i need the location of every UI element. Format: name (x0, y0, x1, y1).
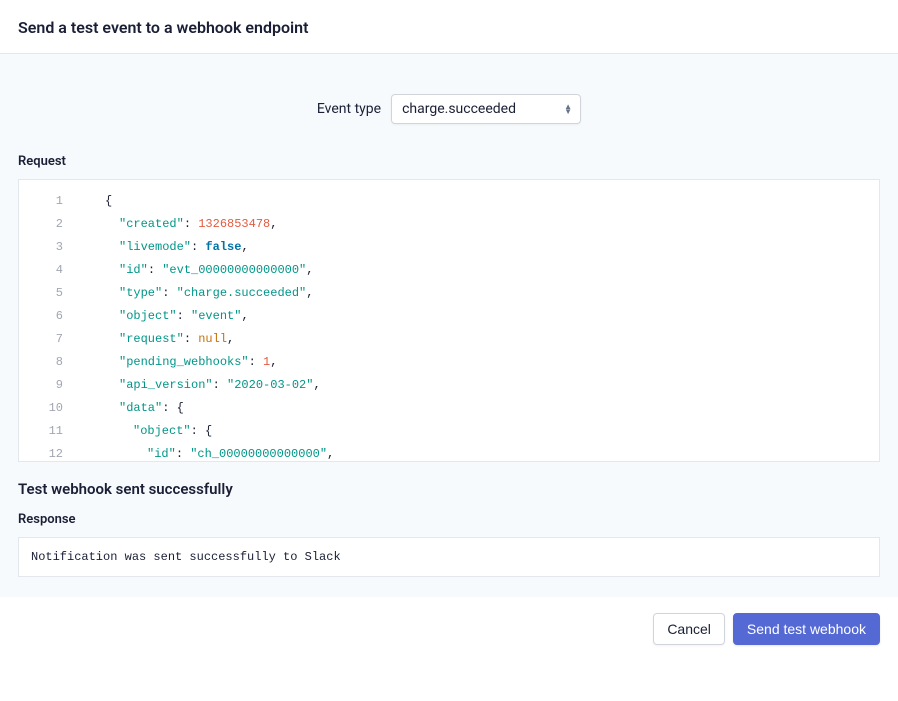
line-number: 7 (19, 328, 77, 351)
modal-title: Send a test event to a webhook endpoint (18, 18, 880, 37)
modal-footer: Cancel Send test webhook (0, 597, 898, 661)
code-line: "id": "evt_00000000000000", (77, 259, 879, 282)
select-chevrons-icon: ▲▼ (564, 104, 572, 114)
code-line: "object": "event", (77, 305, 879, 328)
code-line: "type": "charge.succeeded", (77, 282, 879, 305)
code-line: { (77, 190, 879, 213)
event-type-label: Event type (317, 101, 381, 117)
line-number: 5 (19, 282, 77, 305)
line-number: 8 (19, 351, 77, 374)
line-number: 9 (19, 374, 77, 397)
code-lines: {"created": 1326853478,"livemode": false… (77, 180, 879, 462)
line-number: 2 (19, 213, 77, 236)
event-type-select[interactable]: charge.succeeded ▲▼ (391, 94, 581, 124)
cancel-button[interactable]: Cancel (653, 613, 725, 645)
event-type-row: Event type charge.succeeded ▲▼ (18, 54, 880, 154)
line-number: 4 (19, 259, 77, 282)
request-code-block[interactable]: 123456789101112 {"created": 1326853478,"… (18, 179, 880, 462)
line-number: 1 (19, 190, 77, 213)
status-message: Test webhook sent successfully (18, 480, 880, 498)
modal-body: Event type charge.succeeded ▲▼ Request 1… (0, 54, 898, 597)
line-number: 3 (19, 236, 77, 259)
request-label: Request (18, 154, 880, 169)
code-line: "id": "ch_00000000000000", (77, 443, 879, 462)
line-number-gutter: 123456789101112 (19, 180, 77, 462)
code-line: "object": { (77, 420, 879, 443)
code-line: "request": null, (77, 328, 879, 351)
response-label: Response (18, 512, 880, 527)
code-line: "api_version": "2020-03-02", (77, 374, 879, 397)
webhook-test-modal: Send a test event to a webhook endpoint … (0, 0, 898, 661)
event-type-selected-value: charge.succeeded (402, 101, 516, 117)
modal-header: Send a test event to a webhook endpoint (0, 0, 898, 54)
code-line: "data": { (77, 397, 879, 420)
code-line: "livemode": false, (77, 236, 879, 259)
line-number: 11 (19, 420, 77, 443)
code-line: "created": 1326853478, (77, 213, 879, 236)
line-number: 12 (19, 443, 77, 462)
send-test-webhook-button[interactable]: Send test webhook (733, 613, 880, 645)
response-body: Notification was sent successfully to Sl… (18, 537, 880, 577)
line-number: 6 (19, 305, 77, 328)
code-line: "pending_webhooks": 1, (77, 351, 879, 374)
line-number: 10 (19, 397, 77, 420)
